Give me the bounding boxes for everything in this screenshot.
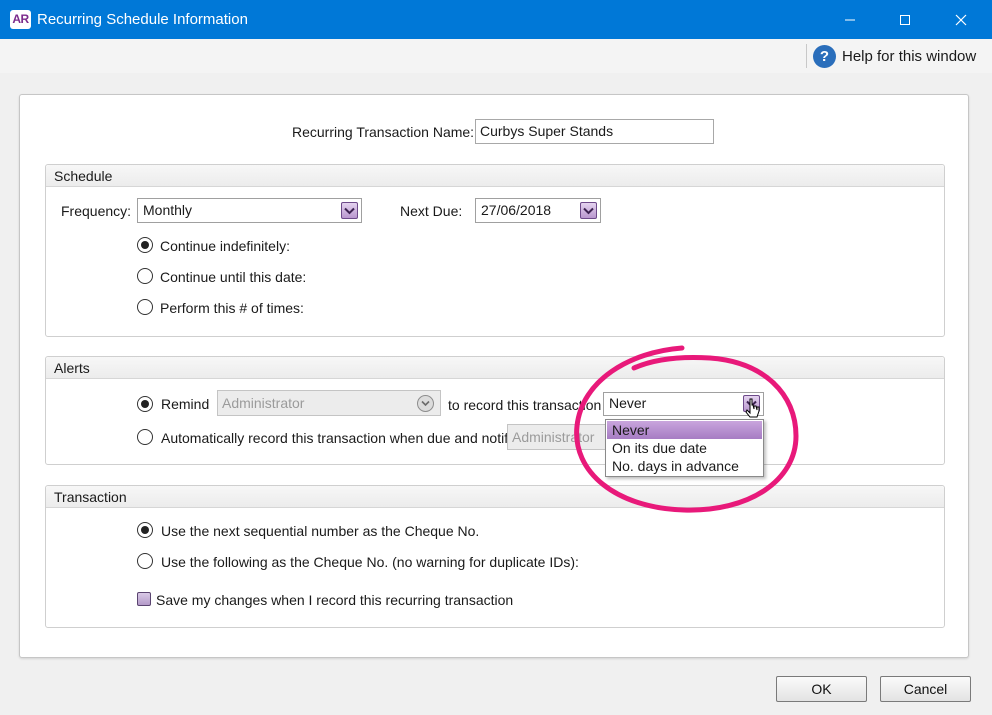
ok-button[interactable]: OK	[776, 676, 867, 702]
save-changes-checkbox[interactable]	[137, 592, 151, 606]
dropdown-option-days-in-advance[interactable]: No. days in advance	[607, 457, 762, 475]
continue-until-date-radio[interactable]	[137, 268, 153, 284]
frequency-dropdown-button[interactable]	[341, 202, 358, 219]
frequency-label: Frequency:	[61, 203, 132, 219]
remind-user-value: Administrator	[222, 395, 305, 411]
dropdown-option-never[interactable]: Never	[607, 421, 762, 439]
next-sequential-radio[interactable]	[137, 522, 153, 538]
record-transaction-label: to record this transaction	[448, 397, 602, 413]
next-due-label: Next Due:	[400, 203, 463, 219]
alerts-header: Alerts	[46, 357, 944, 379]
continue-indefinitely-label: Continue indefinitely:	[160, 238, 290, 254]
help-separator	[806, 44, 807, 68]
maximize-button[interactable]	[882, 0, 928, 39]
title-bar: AR Recurring Schedule Information	[0, 0, 992, 39]
auto-user-value: Administrator	[512, 429, 595, 445]
next-due-value: 27/06/2018	[481, 202, 552, 218]
next-sequential-label: Use the next sequential number as the Ch…	[161, 523, 480, 539]
transaction-title: Transaction	[54, 489, 127, 505]
cancel-button[interactable]: Cancel	[880, 676, 971, 702]
use-following-radio[interactable]	[137, 553, 153, 569]
frequency-select[interactable]: Monthly	[137, 198, 362, 223]
alert-timing-dropdown-list: Never On its due date No. days in advanc…	[605, 419, 764, 477]
alert-timing-dropdown-button[interactable]	[743, 395, 760, 412]
maximize-icon	[900, 14, 910, 25]
help-icon: ?	[813, 44, 836, 68]
auto-user-select[interactable]: Administrator	[507, 424, 607, 450]
chevron-down-icon	[583, 207, 594, 214]
schedule-header: Schedule	[46, 165, 944, 187]
remind-user-select[interactable]: Administrator	[217, 390, 441, 416]
remind-radio[interactable]	[137, 396, 153, 412]
minimize-icon	[845, 19, 855, 20]
use-following-label: Use the following as the Cheque No. (no …	[161, 554, 579, 570]
help-bar: ? Help for this window	[0, 39, 992, 73]
next-due-dropdown-button[interactable]	[580, 202, 597, 219]
dropdown-option-on-due-date[interactable]: On its due date	[607, 439, 762, 457]
continue-indefinitely-radio[interactable]	[137, 237, 153, 253]
next-due-select[interactable]: 27/06/2018	[475, 198, 601, 223]
auto-record-radio[interactable]	[137, 429, 153, 445]
chevron-down-icon	[344, 207, 355, 214]
auto-record-label: Automatically record this transaction wh…	[161, 430, 516, 446]
remind-user-dropdown-button[interactable]	[417, 395, 434, 412]
alerts-title: Alerts	[54, 360, 90, 376]
perform-times-radio[interactable]	[137, 299, 153, 315]
continue-until-date-label: Continue until this date:	[160, 269, 307, 285]
close-button[interactable]	[938, 0, 984, 39]
app-icon: AR	[10, 10, 31, 29]
transaction-header: Transaction	[46, 486, 944, 508]
chevron-down-icon	[421, 400, 430, 407]
chevron-down-icon	[746, 400, 757, 407]
alert-timing-select[interactable]: Never	[603, 392, 764, 416]
help-button[interactable]: ? Help for this window	[813, 44, 976, 68]
schedule-title: Schedule	[54, 168, 113, 184]
name-label: Recurring Transaction Name:	[292, 124, 475, 140]
alert-timing-value: Never	[609, 395, 647, 411]
frequency-value: Monthly	[143, 202, 193, 218]
minimize-button[interactable]	[827, 0, 873, 39]
perform-times-label: Perform this # of times:	[160, 300, 304, 316]
window-title: Recurring Schedule Information	[37, 11, 248, 28]
save-changes-label: Save my changes when I record this recur…	[156, 592, 514, 608]
close-icon	[955, 14, 967, 25]
remind-label: Remind	[161, 396, 210, 412]
name-input[interactable]: Curbys Super Stands	[475, 119, 714, 144]
help-label: Help for this window	[842, 47, 977, 65]
